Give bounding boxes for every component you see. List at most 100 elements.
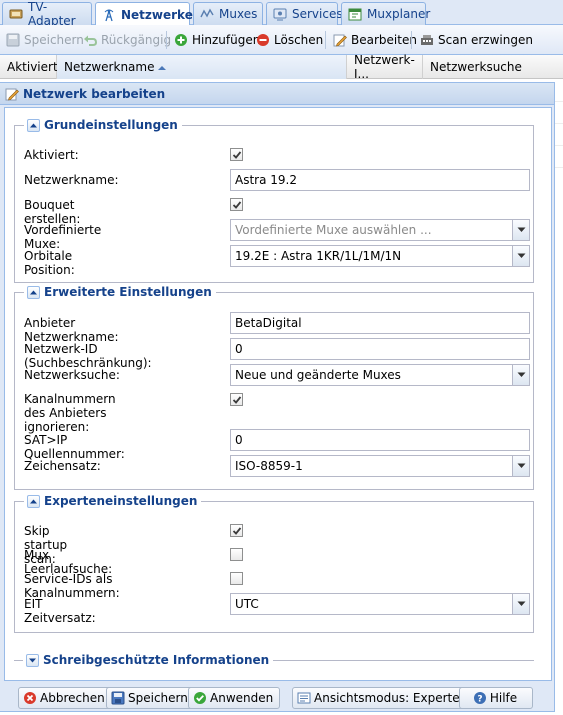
edit-button[interactable]: Bearbeiten [333,32,417,48]
muxes-icon [200,7,214,21]
basic-settings-fieldset: Grundeinstellungen Aktiviert: Netzwerkna… [14,117,534,283]
fieldset-title: Experteneinstellungen [44,494,198,508]
add-button[interactable]: Hinzufügen [174,32,260,48]
column-header-network-name[interactable]: Netzwerkname [57,55,347,79]
tab-label: Muxplaner [367,7,431,21]
eit-offset-value: UTC [235,597,259,611]
force-scan-button[interactable]: Scan erzwingen [420,32,533,48]
fieldset-title: Schreibgeschützte Informationen [43,653,270,667]
cancel-button[interactable]: Abbrechen [18,687,112,709]
orbital-position-label: Orbitale Position: [24,249,75,277]
orbital-position-select[interactable]: 19.2E : Astra 1KR/1L/1M/1N [230,245,530,267]
orbital-position-value: 19.2E : Astra 1KR/1L/1M/1N [235,249,402,263]
edit-icon [333,33,347,47]
tab-netzwerke[interactable]: Netzwerke [95,2,193,26]
satip-source-label: SAT>IP Quellennummer: [24,433,125,461]
save-icon [111,691,125,705]
eit-offset-select[interactable]: UTC [230,593,530,615]
edit-label: Bearbeiten [351,33,417,47]
ignore-provider-numbers-checkbox[interactable] [230,393,243,406]
provider-name-input[interactable]: BetaDigital [230,312,530,334]
dialog-body: Grundeinstellungen Aktiviert: Netzwerkna… [4,107,552,681]
dialog-footer: Abbrechen Speichern Anwenden Ansichtsmod… [0,683,554,713]
skip-startup-scan-checkbox[interactable] [230,524,243,537]
tab-bar: TV-Adapter Netzwerke Muxes Services Muxp… [0,0,563,28]
chevron-down-icon[interactable] [512,220,529,240]
expand-toggle-button[interactable] [26,653,39,667]
collapse-toggle-button[interactable] [27,285,40,299]
add-label: Hinzufügen [192,33,261,47]
bouquet-checkbox[interactable] [230,198,243,211]
save-button[interactable]: Speichern [6,32,84,48]
column-header-label: Netzwerksuche [430,60,522,74]
undo-label: Rückgängig [101,33,172,47]
services-icon [273,7,287,21]
collapse-toggle-button[interactable] [27,118,40,132]
tab-label: Muxes [219,7,258,21]
ignore-provider-numbers-label: Kanalnummern des Anbieters ignorieren: [24,392,116,434]
label-line: Kanalnummern des Anbieters [24,392,116,420]
eit-offset-label: EIT Zeitversatz: [24,597,96,625]
chevron-down-icon[interactable] [512,246,529,266]
network-name-label: Netzwerkname: [24,173,119,187]
apply-button[interactable]: Anwenden [188,687,281,709]
edit-icon [5,87,19,101]
sort-ascending-icon [158,60,167,74]
help-button[interactable]: ? Hilfe [459,687,533,709]
enabled-label: Aktiviert: [24,148,79,162]
column-header-enabled[interactable]: Aktiviert [0,55,58,79]
help-icon: ? [473,691,487,705]
edit-network-dialog: Netzwerk bearbeiten Grundeinstellungen A… [0,82,555,712]
column-header-network-discovery[interactable]: Netzwerksuche [423,55,563,79]
collapse-toggle-button[interactable] [27,494,40,508]
dialog-header: Netzwerk bearbeiten [0,83,554,105]
network-discovery-value: Neue und geänderte Muxes [235,368,401,382]
view-mode-button[interactable]: Ansichtsmodus: Experte [292,687,479,709]
idle-scan-checkbox[interactable] [230,548,243,561]
expert-settings-legend: Experteneinstellungen [24,493,202,509]
enabled-checkbox[interactable] [230,148,243,161]
network-discovery-select[interactable]: Neue und geänderte Muxes [230,364,530,386]
view-mode-label: Ansichtsmodus: Experte [314,691,460,705]
basic-settings-legend: Grundeinstellungen [24,117,182,133]
dialog-title: Netzwerk bearbeiten [23,86,166,101]
advanced-settings-fieldset: Erweiterte Einstellungen Anbieter Netzwe… [14,284,534,490]
sid-as-lcn-checkbox[interactable] [230,572,243,585]
delete-button[interactable]: Löschen [256,32,323,48]
chevron-down-icon[interactable] [512,594,529,614]
expert-settings-fieldset: Experteneinstellungen Skip startup scan:… [14,493,534,633]
tab-muxplaner[interactable]: Muxplaner [341,2,430,25]
save-label: Speichern [24,33,84,47]
tab-label: TV-Adapter [28,0,76,28]
charset-label: Zeichensatz: [24,459,101,473]
network-id-label: Netzwerk-ID (Suchbeschränkung): [24,342,152,370]
undo-button[interactable]: Rückgängig [83,32,171,48]
toolbar-separator [325,31,326,49]
chevron-down-icon[interactable] [512,456,529,476]
muxplaner-icon [348,7,362,21]
help-label: Hilfe [489,691,518,705]
add-icon [174,33,188,47]
readonly-info-fieldset: Schreibgeschützte Informationen [14,652,534,668]
satip-source-input[interactable]: 0 [230,429,530,451]
dialog-save-button[interactable]: Speichern [106,687,195,709]
charset-value: ISO-8859-1 [235,459,303,473]
column-header-network-id[interactable]: Netzwerk-I... [347,53,423,81]
predefined-muxes-select[interactable]: Vordefinierte Muxe auswählen ... [230,219,530,241]
tab-tv-adapter[interactable]: TV-Adapter [2,0,92,28]
network-id-input[interactable]: 0 [230,338,530,360]
sid-as-lcn-label: Service-IDs als Kanalnummern: [24,572,120,600]
tab-services[interactable]: Services [266,2,343,25]
tab-muxes[interactable]: Muxes [193,2,263,25]
charset-select[interactable]: ISO-8859-1 [230,455,530,477]
network-name-input[interactable]: Astra 19.2 [230,169,530,191]
chevron-down-icon[interactable] [512,365,529,385]
predefined-muxes-placeholder: Vordefinierte Muxe auswählen ... [235,223,432,237]
view-mode-icon [297,691,311,705]
force-scan-label: Scan erzwingen [438,33,533,47]
save-icon [6,33,20,47]
fieldset-title: Erweiterte Einstellungen [44,285,212,299]
svg-text:?: ? [477,695,482,705]
grid-header: Aktiviert Netzwerkname Netzwerk-I... Net… [0,53,563,81]
column-header-label: Aktiviert [7,60,58,74]
